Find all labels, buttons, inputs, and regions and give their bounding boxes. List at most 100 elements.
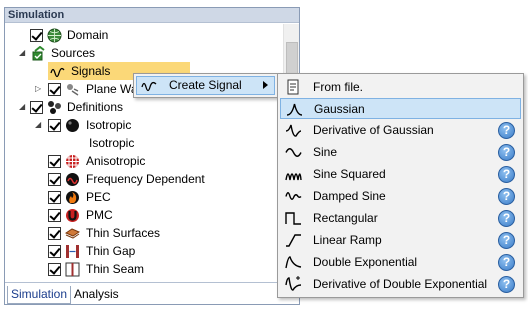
frequency-dependent-label: Frequency Dependent bbox=[86, 172, 205, 186]
signal-wave-icon bbox=[141, 81, 157, 92]
frequency-dependent-icon bbox=[66, 173, 79, 186]
expand-arrow-icon[interactable]: ▷ bbox=[35, 85, 43, 93]
sine-squared-icon bbox=[285, 173, 302, 181]
help-icon[interactable]: ? bbox=[498, 276, 515, 293]
derivative-of-double-exponential-label: Derivative of Double Exponential bbox=[313, 277, 488, 291]
sources-icon bbox=[32, 46, 45, 61]
tree-item-thin-gap[interactable]: Thin Gap bbox=[5, 242, 283, 260]
sources-label: Sources bbox=[51, 46, 96, 60]
thin-gap-label: Thin Gap bbox=[86, 244, 136, 258]
derivative-of-double-exponential-icon bbox=[285, 276, 302, 291]
help-icon[interactable]: ? bbox=[498, 144, 515, 161]
menu-item-derivative-of-gaussian[interactable]: Derivative of Gaussian ? bbox=[280, 120, 521, 141]
simulation-panel: Simulation Domain ◢ Sources Signals ▷ Pl… bbox=[4, 7, 300, 305]
tree-item-thin-seam[interactable]: Thin Seam bbox=[5, 260, 283, 278]
signals-label: Signals bbox=[71, 64, 111, 78]
thin-seam-checkbox[interactable] bbox=[48, 263, 61, 276]
isotropic-label: Isotropic bbox=[86, 118, 132, 132]
menu-item-linear-ramp[interactable]: Linear Ramp ? bbox=[280, 230, 521, 251]
thin-gap-checkbox[interactable] bbox=[48, 245, 61, 258]
definitions-label: Definitions bbox=[67, 100, 124, 114]
tree-item-thin-surfaces[interactable]: Thin Surfaces bbox=[5, 224, 283, 242]
menu-item-double-exponential[interactable]: Double Exponential ? bbox=[280, 252, 521, 273]
help-icon[interactable]: ? bbox=[498, 188, 515, 205]
tree-item-definitions[interactable]: ◢ Definitions bbox=[5, 98, 283, 116]
menu-item-sine-squared[interactable]: Sine Squared ? bbox=[280, 164, 521, 185]
isotropic-child-label: Isotropic bbox=[89, 136, 135, 150]
collapse-arrow-icon[interactable]: ◢ bbox=[19, 49, 27, 57]
double-exponential-label: Double Exponential bbox=[313, 255, 418, 269]
derivative-of-gaussian-label: Derivative of Gaussian bbox=[313, 123, 434, 137]
anisotropic-label: Anisotropic bbox=[86, 154, 146, 168]
pmc-checkbox[interactable] bbox=[48, 209, 61, 222]
collapse-arrow-icon[interactable]: ◢ bbox=[19, 103, 27, 111]
frequency-dependent-checkbox[interactable] bbox=[48, 173, 61, 186]
tree-item-pmc[interactable]: PMC bbox=[5, 206, 283, 224]
help-icon[interactable]: ? bbox=[498, 232, 515, 249]
context-menu: Create Signal bbox=[133, 73, 278, 98]
menu-item-from-file[interactable]: From file. bbox=[280, 77, 521, 98]
tree-item-sources[interactable]: ◢ Sources bbox=[5, 44, 283, 62]
tab-analysis[interactable]: Analysis bbox=[71, 286, 122, 304]
panel-tabs: Simulation Analysis bbox=[5, 282, 299, 304]
menu-item-damped-sine[interactable]: Damped Sine ? bbox=[280, 186, 521, 207]
pmc-magnet-icon bbox=[66, 209, 79, 222]
rectangular-pulse-icon bbox=[285, 212, 301, 225]
thin-surfaces-label: Thin Surfaces bbox=[86, 226, 161, 240]
definitions-icon bbox=[48, 101, 61, 114]
help-icon[interactable]: ? bbox=[498, 166, 515, 183]
sine-icon bbox=[285, 148, 302, 157]
domain-label: Domain bbox=[67, 28, 109, 42]
thin-surfaces-checkbox[interactable] bbox=[48, 227, 61, 240]
menu-item-gaussian[interactable]: Gaussian bbox=[280, 98, 521, 119]
sine-label: Sine bbox=[313, 145, 338, 159]
sine-squared-label: Sine Squared bbox=[313, 167, 386, 181]
linear-ramp-icon bbox=[286, 234, 301, 247]
from-file-label: From file. bbox=[313, 80, 364, 94]
anisotropic-checkbox[interactable] bbox=[48, 155, 61, 168]
derivative-of-gaussian-icon bbox=[285, 124, 302, 137]
anisotropic-sphere-icon bbox=[66, 155, 79, 168]
help-icon[interactable]: ? bbox=[498, 254, 515, 271]
pmc-label: PMC bbox=[86, 208, 113, 222]
plane-wave-checkbox[interactable] bbox=[48, 83, 61, 96]
help-icon[interactable]: ? bbox=[498, 210, 515, 227]
create-signal-submenu: From file. Gaussian Derivative of Gaussi… bbox=[277, 73, 524, 298]
isotropic-checkbox[interactable] bbox=[48, 119, 61, 132]
plane-wave-label: Plane Wa bbox=[86, 82, 138, 96]
thin-gap-icon bbox=[66, 245, 79, 258]
submenu-arrow-icon bbox=[263, 81, 268, 89]
menu-item-derivative-of-double-exponential[interactable]: Derivative of Double Exponential ? bbox=[280, 274, 521, 295]
tree-item-pec[interactable]: PEC bbox=[5, 188, 283, 206]
simulation-tree: Domain ◢ Sources Signals ▷ Plane Wa ◢ De… bbox=[5, 24, 283, 280]
create-signal-menu-item[interactable]: Create Signal bbox=[136, 76, 275, 95]
from-file-icon bbox=[287, 79, 299, 95]
panel-title: Simulation bbox=[5, 8, 299, 23]
thin-seam-label: Thin Seam bbox=[86, 262, 145, 276]
tab-simulation[interactable]: Simulation bbox=[7, 286, 72, 304]
pec-checkbox[interactable] bbox=[48, 191, 61, 204]
menu-item-rectangular[interactable]: Rectangular ? bbox=[280, 208, 521, 229]
double-exponential-icon bbox=[285, 256, 302, 269]
rectangular-label: Rectangular bbox=[313, 211, 378, 225]
tree-item-isotropic-child[interactable]: Isotropic bbox=[5, 134, 283, 152]
definitions-checkbox[interactable] bbox=[30, 101, 43, 114]
pec-icon bbox=[66, 191, 79, 204]
gaussian-label: Gaussian bbox=[314, 102, 365, 116]
tree-item-isotropic[interactable]: ◢ Isotropic bbox=[5, 116, 283, 134]
linear-ramp-label: Linear Ramp bbox=[313, 233, 382, 247]
create-signal-label: Create Signal bbox=[169, 78, 242, 92]
tree-item-frequency-dependent[interactable]: Frequency Dependent bbox=[5, 170, 283, 188]
isotropic-sphere-icon bbox=[66, 119, 79, 132]
collapse-arrow-icon[interactable]: ◢ bbox=[35, 121, 43, 129]
tree-item-anisotropic[interactable]: Anisotropic bbox=[5, 152, 283, 170]
tree-item-domain[interactable]: Domain bbox=[5, 26, 283, 44]
damped-sine-label: Damped Sine bbox=[313, 189, 386, 203]
signal-wave-icon bbox=[50, 67, 65, 78]
thin-surfaces-icon bbox=[65, 228, 80, 239]
menu-item-sine[interactable]: Sine ? bbox=[280, 142, 521, 163]
domain-checkbox[interactable] bbox=[30, 29, 43, 42]
plane-wave-icon bbox=[67, 84, 79, 96]
gaussian-icon bbox=[286, 103, 303, 116]
help-icon[interactable]: ? bbox=[498, 122, 515, 139]
